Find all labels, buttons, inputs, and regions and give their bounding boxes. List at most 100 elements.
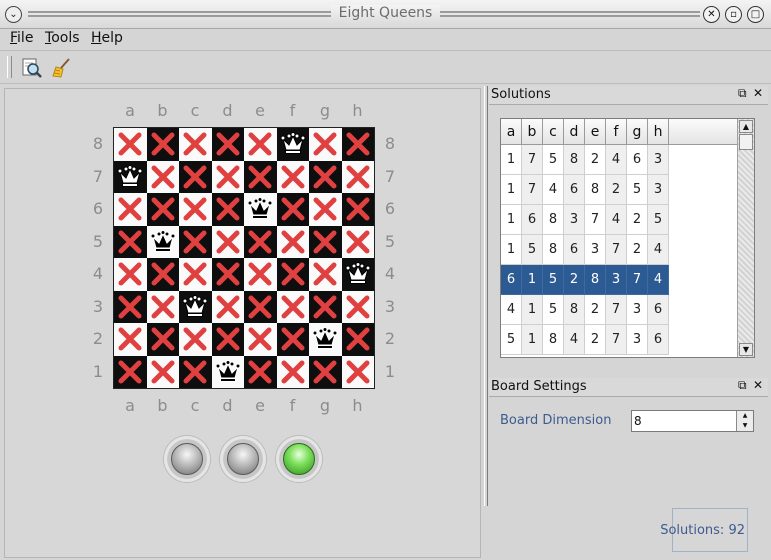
square-d2[interactable] (211, 323, 244, 356)
square-h3[interactable] (341, 290, 374, 323)
square-d6[interactable] (211, 193, 244, 226)
square-b1[interactable] (146, 355, 179, 388)
square-g3[interactable] (309, 290, 342, 323)
square-f3[interactable] (276, 290, 309, 323)
square-e5[interactable] (244, 225, 277, 258)
square-e4[interactable] (244, 258, 277, 291)
board-dimension-input[interactable] (634, 412, 734, 430)
square-b5[interactable] (146, 225, 179, 258)
square-e6[interactable] (244, 193, 277, 226)
spin-up-icon[interactable]: ▲ (737, 411, 753, 421)
maximize-icon[interactable]: □ (747, 6, 764, 23)
square-a8[interactable] (114, 128, 147, 161)
status-light-2[interactable] (220, 436, 266, 482)
minimize-icon[interactable]: ▫ (725, 6, 742, 23)
square-e1[interactable] (244, 355, 277, 388)
square-f7[interactable] (276, 160, 309, 193)
square-f1[interactable] (276, 355, 309, 388)
square-g5[interactable] (309, 225, 342, 258)
square-g7[interactable] (309, 160, 342, 193)
table-row[interactable]: 17468253 (501, 175, 669, 205)
splitter-handle[interactable] (484, 86, 488, 506)
square-b7[interactable] (146, 160, 179, 193)
close-dock-icon[interactable]: ✕ (753, 378, 763, 392)
table-row[interactable]: 41582736 (501, 295, 669, 325)
square-d5[interactable] (211, 225, 244, 258)
square-a1[interactable] (114, 355, 147, 388)
square-b3[interactable] (146, 290, 179, 323)
square-d7[interactable] (211, 160, 244, 193)
column-header-e[interactable]: e (585, 119, 606, 145)
square-a4[interactable] (114, 258, 147, 291)
square-f8[interactable] (276, 128, 309, 161)
broom-icon[interactable] (50, 56, 74, 80)
square-e7[interactable] (244, 160, 277, 193)
square-h4[interactable] (341, 258, 374, 291)
column-header-b[interactable]: b (522, 119, 543, 145)
square-a2[interactable] (114, 323, 147, 356)
solutions-table[interactable]: abcdefgh 1758246317468253168374251586372… (500, 118, 755, 358)
square-c2[interactable] (179, 323, 212, 356)
column-header-c[interactable]: c (543, 119, 564, 145)
square-e3[interactable] (244, 290, 277, 323)
table-row[interactable]: 51842736 (501, 325, 669, 355)
table-row[interactable]: 17582463 (501, 145, 669, 175)
chess-board[interactable] (113, 127, 375, 389)
table-row[interactable]: 16837425 (501, 205, 669, 235)
undock-icon[interactable]: ⧉ (738, 378, 747, 393)
square-a7[interactable] (114, 160, 147, 193)
close-dock-icon[interactable]: ✕ (753, 86, 763, 100)
column-header-g[interactable]: g (627, 119, 648, 145)
square-c8[interactable] (179, 128, 212, 161)
square-b4[interactable] (146, 258, 179, 291)
column-header-h[interactable]: h (648, 119, 669, 145)
toolbar-grip[interactable] (7, 56, 12, 78)
square-f6[interactable] (276, 193, 309, 226)
find-icon[interactable] (20, 56, 44, 80)
undock-icon[interactable]: ⧉ (738, 86, 747, 101)
column-header-a[interactable]: a (501, 119, 522, 145)
square-a5[interactable] (114, 225, 147, 258)
square-c5[interactable] (179, 225, 212, 258)
menu-help[interactable]: Help (91, 30, 123, 46)
vertical-scrollbar[interactable]: ▲ ▼ (737, 119, 754, 357)
square-g8[interactable] (309, 128, 342, 161)
column-header-f[interactable]: f (606, 119, 627, 145)
square-a3[interactable] (114, 290, 147, 323)
square-h2[interactable] (341, 323, 374, 356)
square-g6[interactable] (309, 193, 342, 226)
menu-file[interactable]: File (10, 30, 33, 46)
square-d8[interactable] (211, 128, 244, 161)
square-e2[interactable] (244, 323, 277, 356)
square-c4[interactable] (179, 258, 212, 291)
square-c6[interactable] (179, 193, 212, 226)
square-b6[interactable] (146, 193, 179, 226)
square-f4[interactable] (276, 258, 309, 291)
square-h5[interactable] (341, 225, 374, 258)
spin-down-icon[interactable]: ▼ (737, 421, 753, 431)
status-light-1[interactable] (164, 436, 210, 482)
square-g4[interactable] (309, 258, 342, 291)
square-f5[interactable] (276, 225, 309, 258)
square-b2[interactable] (146, 323, 179, 356)
column-header-d[interactable]: d (564, 119, 585, 145)
square-h6[interactable] (341, 193, 374, 226)
square-h7[interactable] (341, 160, 374, 193)
square-d1[interactable] (211, 355, 244, 388)
square-a6[interactable] (114, 193, 147, 226)
square-d3[interactable] (211, 290, 244, 323)
square-d4[interactable] (211, 258, 244, 291)
menu-tools[interactable]: Tools (45, 30, 80, 46)
scroll-up-icon[interactable]: ▲ (739, 120, 753, 133)
scroll-down-icon[interactable]: ▼ (739, 343, 753, 356)
square-h1[interactable] (341, 355, 374, 388)
square-h8[interactable] (341, 128, 374, 161)
square-e8[interactable] (244, 128, 277, 161)
status-light-3[interactable] (276, 436, 322, 482)
square-c7[interactable] (179, 160, 212, 193)
square-c1[interactable] (179, 355, 212, 388)
table-row[interactable]: 15863724 (501, 235, 669, 265)
close-icon[interactable]: ✕ (703, 6, 720, 23)
scroll-thumb[interactable] (739, 134, 753, 150)
table-row[interactable]: 61528374 (501, 265, 669, 295)
